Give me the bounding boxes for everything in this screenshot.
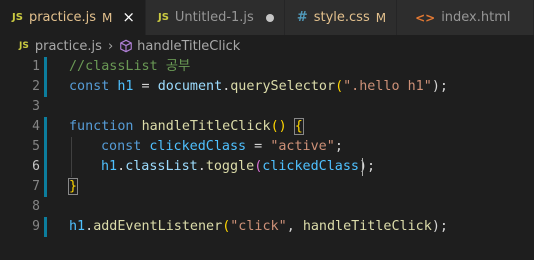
breadcrumb-symbol[interactable]: handleTitleClick <box>137 39 240 54</box>
punctuation: ; <box>334 139 343 154</box>
javascript-file-icon: JS <box>19 41 29 51</box>
punctuation: . <box>117 159 126 174</box>
tab-index-html[interactable]: <> index.html <box>397 0 534 35</box>
variable: h1 <box>101 159 118 174</box>
line-number: 6 <box>32 159 40 174</box>
css-file-icon: # <box>296 10 308 25</box>
code-line[interactable]: 4 function handleTitleClick() { <box>0 117 534 137</box>
unsaved-dot-icon[interactable] <box>265 13 274 22</box>
punctuation: . <box>85 219 94 234</box>
keyword: function <box>69 119 134 134</box>
operator: = <box>133 79 158 94</box>
code-line[interactable]: 8 <box>0 197 534 217</box>
method-symbol-icon <box>119 39 133 53</box>
line-number: 2 <box>32 79 40 94</box>
identifier: document <box>157 79 223 94</box>
method-name: addEventListener <box>93 219 223 234</box>
string-literal: "click" <box>230 219 287 234</box>
tab-untitled-1-js[interactable]: JS Untitled-1.js <box>145 0 285 35</box>
text-cursor <box>362 158 363 176</box>
tab-label: Untitled-1.js <box>174 10 254 25</box>
bracket-match: } <box>67 178 79 195</box>
html-file-icon: <> <box>415 10 436 25</box>
modified-line-indicator <box>44 217 47 237</box>
bracket-match: { <box>293 118 304 135</box>
function-name: handleTitleClick <box>141 119 271 134</box>
modified-line-indicator <box>44 137 47 157</box>
code-line[interactable]: 3 <box>0 97 534 117</box>
variable: clickedClass <box>262 159 359 174</box>
line-number: 5 <box>32 139 40 154</box>
javascript-file-icon: JS <box>12 12 23 23</box>
punctuation: ); <box>431 219 448 234</box>
tab-label: practice.js <box>28 10 97 25</box>
punctuation: . <box>197 159 206 174</box>
javascript-file-icon: JS <box>157 12 169 23</box>
line-number: 3 <box>32 99 40 114</box>
tab-practice-js[interactable]: JS practice.js M × <box>0 0 146 35</box>
identifier: handleTitleClick <box>302 219 432 234</box>
tab-label: style.css <box>313 10 370 25</box>
code-line[interactable]: 9 h1.addEventListener("click", handleTit… <box>0 217 534 237</box>
string-literal: ".hello h1" <box>343 79 432 94</box>
string-literal: "active" <box>270 139 335 154</box>
breadcrumb: JS practice.js › handleTitleClick <box>0 35 534 57</box>
breadcrumb-file[interactable]: practice.js <box>35 39 102 54</box>
code-editor[interactable]: 1 //classList 공부 2 const h1 = document.q… <box>0 57 534 260</box>
line-number: 1 <box>32 59 40 74</box>
code-line[interactable]: 7 } <box>0 177 534 197</box>
modified-badge: M <box>375 10 387 25</box>
method-name: querySelector <box>230 79 336 94</box>
method-name: toggle <box>205 159 255 174</box>
property: classList <box>125 159 198 174</box>
line-number: 9 <box>32 219 40 234</box>
code-line[interactable]: 6 h1.classList.toggle(clickedClass); <box>0 157 534 177</box>
punctuation: , <box>286 219 303 234</box>
code-line[interactable]: 5 const clickedClass = "active"; <box>0 137 534 157</box>
line-number: 7 <box>32 179 40 194</box>
modified-badge: M <box>102 10 113 25</box>
keyword: const <box>101 139 142 154</box>
comment: //classList 공부 <box>69 59 191 74</box>
operator: = <box>246 139 271 154</box>
modified-line-indicator <box>44 57 47 77</box>
modified-line-indicator <box>44 157 47 177</box>
modified-line-indicator <box>44 177 47 197</box>
breadcrumb-separator: › <box>107 38 114 54</box>
modified-line-indicator <box>44 77 47 97</box>
tab-label: index.html <box>441 10 511 25</box>
modified-line-indicator <box>44 117 47 137</box>
code-line[interactable]: 1 //classList 공부 <box>0 57 534 77</box>
close-icon[interactable]: × <box>122 10 135 25</box>
line-number: 8 <box>32 199 40 214</box>
tab-style-css[interactable]: # style.css M <box>284 0 398 35</box>
variable: clickedClass <box>149 139 247 154</box>
code-line[interactable]: 2 const h1 = document.querySelector(".he… <box>0 77 534 97</box>
punctuation: ); <box>431 79 448 94</box>
bracket: () <box>270 119 287 134</box>
line-number: 4 <box>32 119 40 134</box>
bracket: ( <box>335 79 344 94</box>
keyword: const <box>69 79 110 94</box>
editor-tab-bar: JS practice.js M × JS Untitled-1.js # st… <box>0 0 534 35</box>
variable: h1 <box>117 79 134 94</box>
variable: h1 <box>69 219 86 234</box>
